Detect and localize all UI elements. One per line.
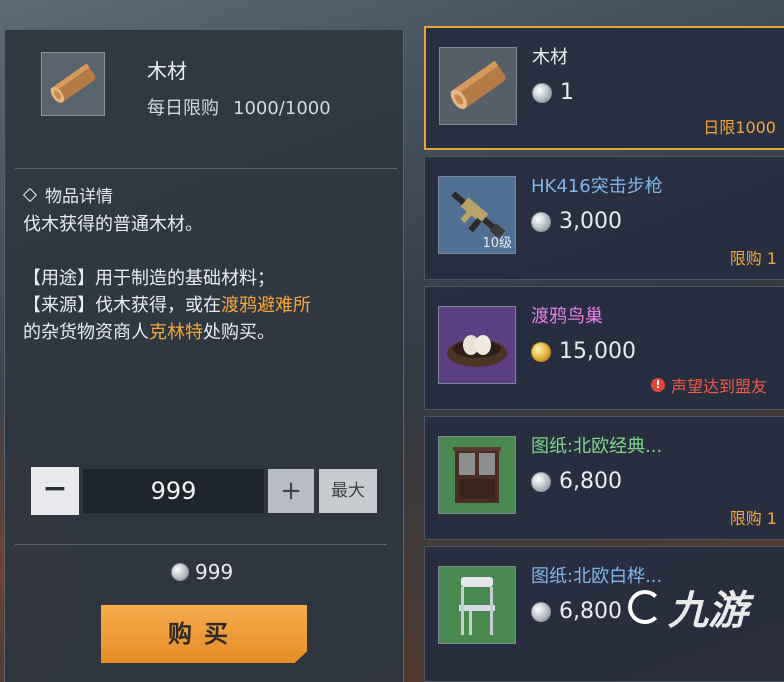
item-price: 1: [532, 80, 574, 105]
item-name: 木材: [532, 47, 568, 68]
quantity-stepper: − 999 + 最大: [31, 467, 383, 515]
total-price-value: 999: [195, 560, 234, 584]
shop-item-card[interactable]: 10级 HK416突击步枪 3,000 限购 1: [424, 156, 784, 280]
bird-nest-icon: [447, 335, 507, 367]
item-price: 3,000: [531, 209, 622, 234]
total-price: 999: [171, 560, 233, 584]
daily-limit-label: 每日限购: [147, 98, 219, 119]
item-thumbnail: [438, 306, 516, 384]
wood-log-icon: [450, 60, 506, 110]
usage-line: 【用途】用于制造的基础材料；: [23, 268, 275, 289]
section-title: 物品详情: [45, 187, 113, 207]
item-detail-panel: 木材 每日限购 1000/1000 物品详情 伐木获得的普通木材。 【用途】用于制…: [4, 30, 404, 682]
max-button[interactable]: 最大: [319, 469, 377, 513]
divider: [15, 168, 397, 169]
purchase-limit-tag: 日限1000: [703, 118, 776, 137]
divider: [15, 544, 387, 545]
daily-limit: 每日限购 1000/1000: [147, 94, 331, 120]
item-name: HK416突击步枪: [531, 176, 663, 197]
source-line-2: 的杂货物资商人克林特处购买。: [23, 322, 275, 343]
quantity-input[interactable]: 999: [83, 469, 264, 513]
item-thumbnail: [41, 52, 105, 116]
silver-coin-icon: [531, 211, 551, 232]
section-header: 物品详情: [22, 182, 113, 207]
item-price: 6,800: [531, 469, 622, 494]
buy-button[interactable]: 购买: [101, 605, 307, 663]
silver-coin-icon: [531, 471, 551, 492]
silver-coin-icon: [171, 563, 189, 581]
item-thumbnail: [439, 47, 517, 125]
item-description: 伐木获得的普通木材。 【用途】用于制造的基础材料； 【来源】伐木获得，或在渡鸦避…: [23, 211, 393, 346]
warning-icon: !: [650, 378, 665, 392]
source-line: 【来源】伐木获得，或在渡鸦避难所: [23, 295, 311, 316]
source-npc-highlight: 克林特: [149, 322, 203, 343]
shop-item-card[interactable]: 图纸:北欧经典... 6,800 限购 1: [424, 416, 784, 540]
silver-coin-icon: [531, 601, 551, 622]
wood-log-icon: [50, 63, 96, 103]
diamond-icon: [22, 187, 38, 202]
shop-item-card[interactable]: 渡鸦鸟巢 15,000 ! 声望达到盟友: [424, 286, 784, 410]
item-thumbnail: [438, 436, 516, 514]
purchase-limit-tag: 限购 1: [729, 249, 777, 268]
purchase-limit-tag: 限购 1: [729, 509, 777, 528]
item-thumbnail: 10级: [438, 176, 516, 254]
decrease-button[interactable]: −: [31, 467, 79, 515]
item-price: 6,800: [531, 599, 622, 624]
daily-limit-value: 1000/1000: [233, 98, 331, 119]
increase-button[interactable]: +: [268, 469, 314, 513]
chair-icon: [459, 577, 495, 635]
watermark-logo-icon: [628, 590, 662, 624]
reputation-warning: ! 声望达到盟友: [650, 373, 767, 397]
shop-item-card[interactable]: 木材 1 日限1000: [424, 26, 784, 150]
cabinet-icon: [453, 447, 501, 503]
silver-coin-icon: [532, 82, 552, 103]
source-place-highlight: 渡鸦避难所: [221, 295, 311, 316]
item-name: 渡鸦鸟巢: [531, 306, 603, 327]
item-title: 木材: [147, 59, 187, 83]
item-price: 15,000: [531, 339, 636, 364]
item-thumbnail: [438, 566, 516, 644]
gold-coin-icon: [531, 341, 551, 362]
level-badge: 10级: [482, 236, 512, 251]
site-watermark: 九游: [628, 578, 748, 636]
description-line: 伐木获得的普通木材。: [23, 214, 203, 235]
item-name: 图纸:北欧经典...: [531, 436, 663, 457]
